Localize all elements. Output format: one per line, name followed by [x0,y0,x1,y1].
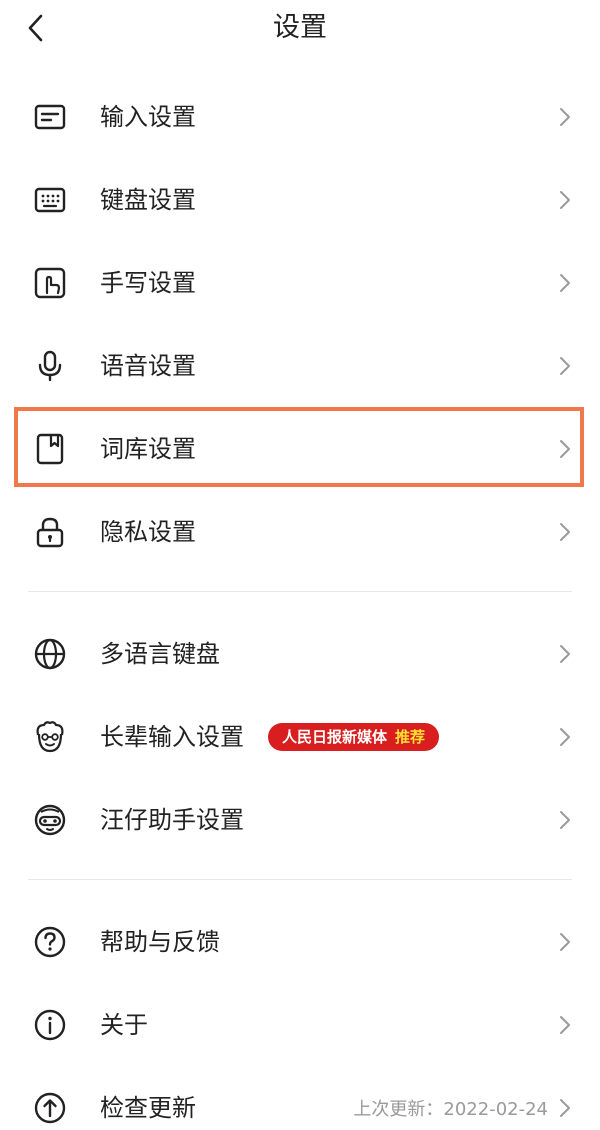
row-label: 手写设置 [100,268,196,297]
mascot-icon [32,802,68,838]
badge-text: 人民日报新媒体 [282,727,388,746]
keyboard-icon [32,182,68,218]
row-dictionary-settings[interactable]: 词库设置 [0,407,600,490]
chevron-right-icon [556,808,574,832]
row-label: 检查更新 [100,1093,196,1122]
row-voice-settings[interactable]: 语音设置 [0,324,600,407]
chevron-right-icon [556,105,574,129]
row-elder-input-settings[interactable]: 长辈输入设置 人民日报新媒体 推荐 [0,695,600,778]
row-label: 帮助与反馈 [100,927,220,956]
chevron-right-icon [556,271,574,295]
dictionary-icon [32,431,68,467]
chevron-right-icon [556,188,574,212]
row-multilanguage-keyboard[interactable]: 多语言键盘 [0,612,600,695]
row-mascot-assistant-settings[interactable]: 汪仔助手设置 [0,778,600,861]
settings-page: 设置 输入设置 键盘设置 手写设置 语音设置 词库设置 隐私设置 多语言键盘 长… [0,0,600,1130]
recommend-badge: 人民日报新媒体 推荐 [268,722,440,751]
help-icon [32,924,68,960]
chevron-right-icon [556,354,574,378]
row-privacy-settings[interactable]: 隐私设置 [0,490,600,573]
row-about[interactable]: 关于 [0,983,600,1066]
row-input-settings[interactable]: 输入设置 [0,75,600,158]
update-icon [32,1090,68,1126]
row-label: 隐私设置 [100,517,196,546]
elder-face-icon [32,719,68,755]
handwriting-icon [32,265,68,301]
header: 设置 [0,0,600,56]
row-label: 长辈输入设置 [100,722,244,751]
section-divider [28,879,572,880]
chevron-right-icon [556,930,574,954]
row-label: 词库设置 [100,434,196,463]
lock-icon [32,514,68,550]
globe-icon [32,636,68,672]
row-keyboard-settings[interactable]: 键盘设置 [0,158,600,241]
last-update-text: 上次更新：2022-02-24 [353,1098,548,1120]
row-handwriting-settings[interactable]: 手写设置 [0,241,600,324]
row-label: 语音设置 [100,351,196,380]
row-label: 输入设置 [100,102,196,131]
info-icon [32,1007,68,1043]
row-check-update[interactable]: 检查更新 上次更新：2022-02-24 [0,1066,600,1130]
row-help-feedback[interactable]: 帮助与反馈 [0,900,600,983]
chevron-right-icon [556,437,574,461]
row-label: 多语言键盘 [100,639,220,668]
microphone-icon [32,348,68,384]
row-label: 键盘设置 [100,185,196,214]
chevron-right-icon [556,1013,574,1037]
input-settings-icon [32,99,68,135]
page-title: 设置 [273,12,327,43]
chevron-right-icon [556,642,574,666]
badge-highlight: 推荐 [395,727,426,746]
chevron-right-icon [556,1096,574,1120]
chevron-right-icon [556,725,574,749]
row-label: 关于 [100,1010,148,1039]
section-divider [28,591,572,592]
chevron-right-icon [556,520,574,544]
row-label: 汪仔助手设置 [100,805,244,834]
